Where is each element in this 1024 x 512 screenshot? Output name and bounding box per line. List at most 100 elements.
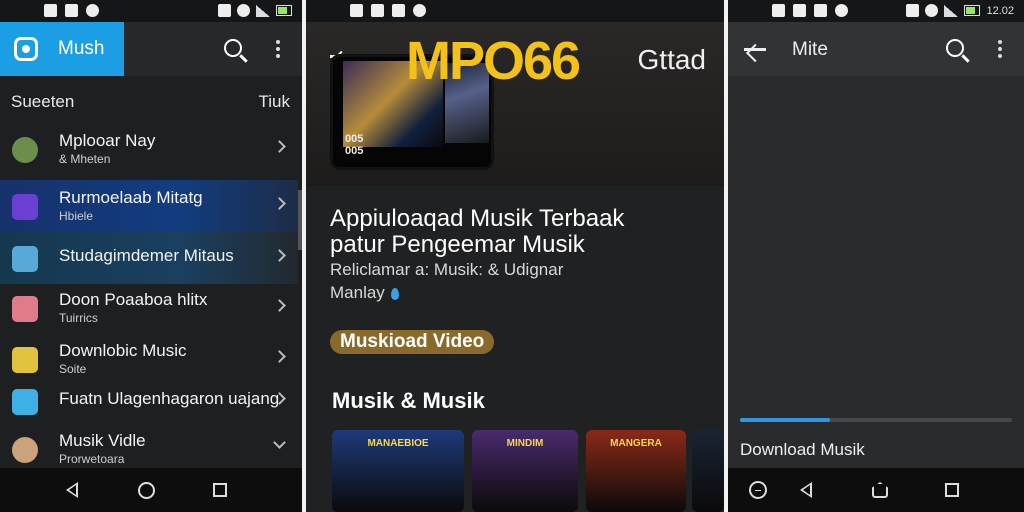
back-icon — [800, 482, 812, 498]
notification-icon — [772, 4, 785, 17]
home-button[interactable] — [868, 478, 892, 502]
chevron-right-icon — [273, 197, 286, 210]
box-icon — [12, 194, 38, 220]
gear-network-icon — [12, 246, 38, 272]
list-item-subtitle: & Mheten — [59, 152, 111, 166]
list-item-subtitle: Hbiele — [59, 209, 94, 223]
notification-icon — [350, 4, 363, 17]
wifi-icon — [237, 4, 250, 17]
document-icon — [12, 296, 38, 322]
more-options-icon[interactable] — [998, 47, 1002, 51]
poster-number: 005 005 — [345, 133, 364, 157]
video-thumbnail[interactable]: MANGERA — [586, 430, 686, 512]
notification-icon — [392, 4, 405, 17]
thumbnail-caption: MANGERA — [610, 438, 662, 449]
assistant-icon — [749, 481, 767, 499]
download-content — [728, 76, 1024, 468]
back-button[interactable] — [794, 478, 818, 502]
list-item-subtitle: Tuirrics — [59, 311, 98, 325]
app-logo-icon — [14, 37, 38, 61]
app-brand[interactable]: Mush — [0, 22, 124, 76]
headline-line: Appiuloaqad Musik Terbaak — [330, 205, 625, 232]
list-item[interactable]: Fuatn Ulagenhagaron uajang — [0, 375, 298, 427]
list-item-title: Studagimdemer Mitaus — [59, 246, 234, 265]
headline-line: patur Pengeemar Musik — [330, 231, 585, 258]
chevron-right-icon — [273, 249, 286, 262]
app-bar: Mite — [728, 22, 1024, 76]
section-title: Sueeten — [11, 92, 75, 111]
phone-article: 005 005 MPO66 Gttad Appiuloaqad Musik Te… — [306, 0, 724, 512]
screenshot-collage: Mush Sueeten Tiuk Mplooar Nay & Mheten Rur… — [0, 0, 1024, 512]
notification-icon — [835, 4, 848, 17]
vibrate-icon — [906, 4, 920, 17]
hero-side-text: Gttad — [637, 44, 706, 75]
status-time: 12.02 — [986, 4, 1014, 17]
section-action[interactable]: Tiuk — [259, 92, 291, 112]
subtitle-line: Reliclamar a: Musik: & Udignar — [330, 260, 564, 279]
progress-fill — [740, 418, 830, 422]
recents-button[interactable] — [208, 478, 232, 502]
home-icon — [137, 481, 155, 499]
status-bar — [306, 0, 724, 22]
list-item-title: Downlobic Music — [59, 341, 187, 360]
search-icon[interactable] — [946, 39, 964, 57]
folder-icon — [12, 347, 38, 373]
download-label: Download Musik — [740, 440, 865, 459]
recents-icon — [213, 483, 227, 497]
search-icon[interactable] — [224, 39, 242, 57]
system-nav-bar — [0, 468, 302, 512]
notification-icon — [44, 4, 57, 17]
screen-title: Mite — [792, 39, 828, 60]
thumbnail-caption: MINDIM — [506, 438, 544, 449]
subtitle-line: Manlay — [330, 283, 385, 302]
video-thumbnail[interactable] — [692, 430, 724, 512]
app-name: Mush — [58, 38, 105, 59]
recents-icon — [945, 483, 959, 497]
chevron-right-icon — [273, 299, 286, 312]
back-button[interactable] — [60, 478, 84, 502]
video-pill-button[interactable]: Muskioad Video — [330, 330, 495, 354]
chevron-down-icon — [273, 436, 286, 449]
thumbnail-caption: MANAEBIOE — [367, 438, 429, 449]
article-headline: Appiuloaqad Musik Terbaak patur Pengeema… — [330, 206, 710, 258]
app-bar: Mush — [0, 22, 302, 76]
article-subtitle: Reliclamar a: Musik: & Udignar Manlay — [330, 258, 710, 304]
battery-icon — [276, 5, 292, 16]
recents-button[interactable] — [940, 478, 964, 502]
assistant-button[interactable] — [746, 478, 770, 502]
list-item[interactable]: Doon Poaaboa hlitx Tuirrics — [0, 282, 298, 334]
list-item[interactable]: Studagimdemer Mitaus — [0, 232, 298, 284]
status-bar: 12.02 — [728, 0, 1024, 22]
video-thumbnail[interactable]: MANAEBIOE — [332, 430, 464, 512]
notification-icon — [86, 4, 99, 17]
notification-icon — [371, 4, 384, 17]
list-item[interactable]: Mplooar Nay & Mheten — [0, 123, 298, 175]
wifi-icon — [925, 4, 939, 17]
image-icon — [12, 389, 38, 415]
list-item-subtitle: Prorwetoara — [59, 452, 125, 466]
chevron-right-icon — [273, 140, 286, 153]
droplet-icon — [390, 287, 399, 300]
back-arrow-icon[interactable] — [744, 48, 766, 51]
notification-icon — [814, 4, 827, 17]
list-item-title: Mplooar Nay — [59, 131, 156, 150]
scrollbar[interactable] — [298, 190, 302, 250]
hero-logo-text: MPO66 — [406, 31, 581, 91]
video-thumbnail[interactable]: MINDIM — [472, 430, 578, 512]
chevron-right-icon — [273, 350, 286, 363]
list-item-title: Fuatn Ulagenhagaron uajang — [59, 389, 280, 408]
download-progress-bar — [740, 418, 1012, 422]
list-item[interactable]: Rurmoelaab Mitatg Hbiele — [0, 180, 298, 232]
list-item-title: Musik Vidle — [59, 431, 146, 450]
more-options-icon[interactable] — [276, 47, 280, 51]
notification-icon — [793, 4, 806, 17]
home-button[interactable] — [134, 478, 158, 502]
signal-icon — [256, 4, 270, 17]
hero-banner: 005 005 MPO66 Gttad — [306, 22, 724, 186]
phone-music-list: Mush Sueeten Tiuk Mplooar Nay & Mheten Rur… — [0, 0, 302, 512]
status-bar — [0, 0, 302, 22]
notification-icon — [65, 4, 78, 17]
section-header: Sueeten Tiuk — [11, 92, 290, 116]
battery-icon — [964, 5, 981, 16]
notification-icon — [413, 4, 426, 17]
